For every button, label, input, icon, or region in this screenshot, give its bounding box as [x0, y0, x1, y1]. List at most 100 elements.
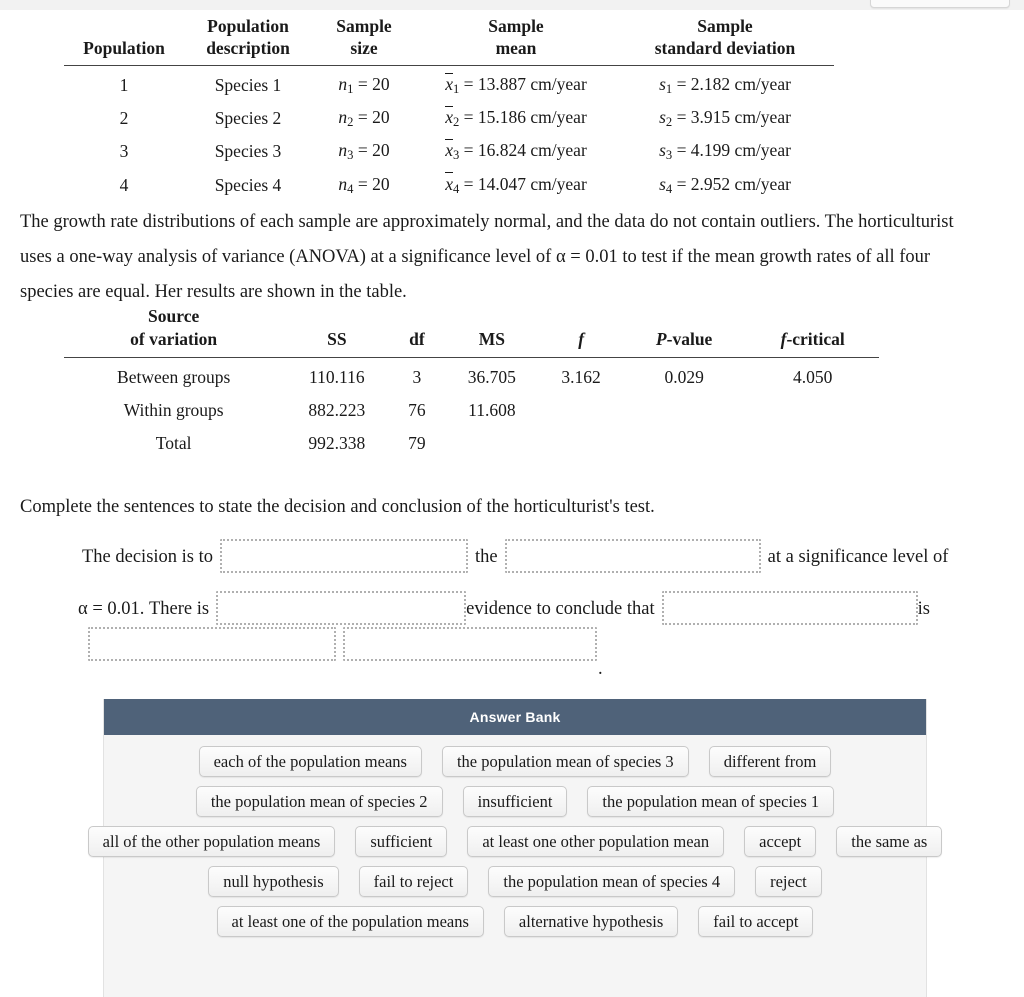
stats-cell-population: 3	[119, 141, 129, 162]
sentence-terminal-period: .	[598, 659, 603, 679]
stats-header-description-line1: Population	[207, 16, 289, 36]
stats-cell-population: 2	[119, 108, 129, 129]
answer-bank-row-3: all of the other population means suffic…	[87, 826, 943, 857]
sentence-text-significance-level: at a significance level of	[767, 547, 949, 567]
anova-header-p-value: P-value	[655, 328, 713, 349]
stats-header-sample-sd-line2: standard deviation	[654, 38, 796, 59]
stats-cell-sample-mean: x1 = 13.887 cm/year	[444, 72, 587, 96]
answer-chip[interactable]: at least one other population mean	[467, 826, 725, 857]
stats-header-population: Population	[64, 14, 184, 65]
summary-statistics-table: Population Population description Sample…	[64, 14, 834, 202]
anova-header-df: df	[409, 328, 425, 349]
stats-cell-sample-mean: x2 = 15.186 cm/year	[444, 105, 587, 130]
anova-cell-f	[540, 394, 622, 427]
stats-header-sample-mean-line1: Sample	[488, 16, 544, 36]
anova-cell-ms: 36.705	[467, 366, 516, 387]
stats-cell-population: 4	[119, 174, 129, 195]
stats-cell-description: Species 2	[214, 108, 282, 129]
answer-chip[interactable]: sufficient	[355, 826, 448, 857]
dropzone-5[interactable]	[88, 627, 336, 661]
stats-cell-sample-size: n2 = 20	[338, 107, 390, 130]
answer-chip[interactable]: the population mean of species 2	[195, 786, 443, 817]
anova-cell-df: 79	[408, 432, 426, 453]
anova-header-f: f	[578, 328, 585, 349]
anova-header-source: Source of variation	[64, 303, 283, 357]
anova-cell-ss: 110.116	[309, 366, 365, 387]
sentence-row-3	[88, 627, 597, 661]
anova-header-ss: SS	[327, 328, 347, 349]
anova-header-f-critical: f-critical	[780, 328, 845, 349]
answer-chip[interactable]: each of the population means	[198, 746, 422, 777]
stats-cell-sample-sd: s1 = 2.182 cm/year	[659, 73, 791, 96]
dropzone-2[interactable]	[504, 539, 761, 573]
dropzone-1[interactable]	[220, 539, 469, 573]
answer-chip[interactable]: different from	[708, 746, 832, 777]
stats-cell-sample-size: n3 = 20	[338, 140, 390, 163]
answer-chip[interactable]: the population mean of species 1	[587, 786, 835, 817]
stats-header-description: Population description	[184, 14, 312, 65]
answer-chip[interactable]: the same as	[836, 826, 943, 857]
top-right-button[interactable]	[870, 0, 1010, 8]
answer-chip[interactable]: accept	[744, 826, 817, 857]
answer-chip[interactable]: fail to accept	[698, 906, 814, 937]
stats-header-sample-sd: Sample standard deviation	[616, 14, 834, 65]
stats-cell-description: Species 3	[214, 141, 282, 162]
paragraph-line-2: uses a one-way analysis of variance (ANO…	[20, 247, 931, 267]
sentence-text-alpha-there-is: α = 0.01. There is	[78, 599, 210, 619]
stats-header-sample-size-line1: Sample	[336, 16, 392, 36]
sentence-text-evidence-conclude: evidence to conclude that	[466, 599, 655, 619]
dropzone-4[interactable]	[661, 591, 918, 625]
stats-header-sample-mean: Sample mean	[416, 14, 616, 65]
anova-results-table: Source of variation SS df MS f P-value f…	[64, 303, 879, 460]
answer-chip[interactable]: all of the other population means	[87, 826, 336, 857]
dropzone-6[interactable]	[343, 627, 597, 661]
anova-cell-f	[540, 427, 622, 460]
anova-cell-f-critical	[746, 394, 879, 427]
sentence-row-1: The decision is to the at a significance l…	[82, 539, 948, 573]
anova-cell-p-value	[622, 394, 746, 427]
anova-cell-f-critical	[746, 427, 879, 460]
paragraph-line-1: The growth rate distributions of each sa…	[20, 212, 954, 232]
answer-chip[interactable]: insufficient	[462, 786, 568, 817]
table-row: 4 Species 4 n4 = 20 x4 = 14.047 cm/year …	[64, 169, 834, 202]
stats-cell-sample-mean: x3 = 16.824 cm/year	[444, 139, 587, 163]
sentence-row-2: α = 0.01. There is evidence to conclude t…	[78, 591, 930, 625]
stats-header-description-line2: description	[206, 38, 290, 59]
anova-header-source-line1: Source	[148, 306, 200, 326]
sentence-text-decision-is-to: The decision is to	[82, 547, 214, 567]
stats-cell-description: Species 4	[214, 174, 282, 195]
table-row: 1 Species 1 n1 = 20 x1 = 13.887 cm/year …	[64, 65, 834, 102]
sentence-text-is: is	[917, 599, 930, 619]
answer-bank-body: each of the population means the populat…	[87, 735, 943, 937]
top-chrome-strip	[0, 0, 1024, 10]
dropzone-3[interactable]	[216, 591, 467, 625]
answer-bank-row-2: the population mean of species 2 insuffi…	[104, 786, 926, 817]
question-page: Population Population description Sample…	[0, 0, 1024, 997]
answer-chip[interactable]: alternative hypothesis	[503, 906, 679, 937]
anova-table-body: Between groups 110.116 3 36.705 3.162 0.…	[64, 357, 879, 460]
anova-cell-ms	[443, 427, 540, 460]
anova-header-source-line2: of variation	[130, 328, 218, 349]
stats-cell-sample-size: n1 = 20	[338, 73, 390, 96]
answer-chip[interactable]: reject	[755, 866, 822, 897]
table-row: Between groups 110.116 3 36.705 3.162 0.…	[64, 357, 879, 394]
table-row: 3 Species 3 n3 = 20 x3 = 16.824 cm/year …	[64, 135, 834, 168]
stats-cell-sample-size: n4 = 20	[338, 173, 390, 196]
anova-cell-source: Within groups	[123, 399, 224, 420]
stats-header-population-line1: Population	[83, 38, 165, 59]
anova-cell-df: 3	[412, 366, 422, 387]
answer-chip[interactable]: fail to reject	[358, 866, 469, 897]
anova-cell-source: Between groups	[117, 366, 231, 387]
stats-header-sample-size-line2: size	[350, 38, 378, 59]
stats-header-sample-size: Sample size	[312, 14, 416, 65]
stats-cell-sample-sd: s2 = 3.915 cm/year	[659, 107, 791, 130]
anova-cell-f-critical: 4.050	[792, 366, 833, 387]
anova-header-ms: MS	[478, 328, 505, 349]
table-row: Within groups 882.223 76 11.608	[64, 394, 879, 427]
answer-bank-title: Answer Bank	[104, 699, 926, 735]
stats-cell-sample-sd: s4 = 2.952 cm/year	[659, 173, 791, 196]
answer-chip[interactable]: the population mean of species 4	[488, 866, 736, 897]
answer-chip[interactable]: at least one of the population means	[216, 906, 484, 937]
answer-chip[interactable]: the population mean of species 3	[441, 746, 689, 777]
answer-chip[interactable]: null hypothesis	[208, 866, 339, 897]
